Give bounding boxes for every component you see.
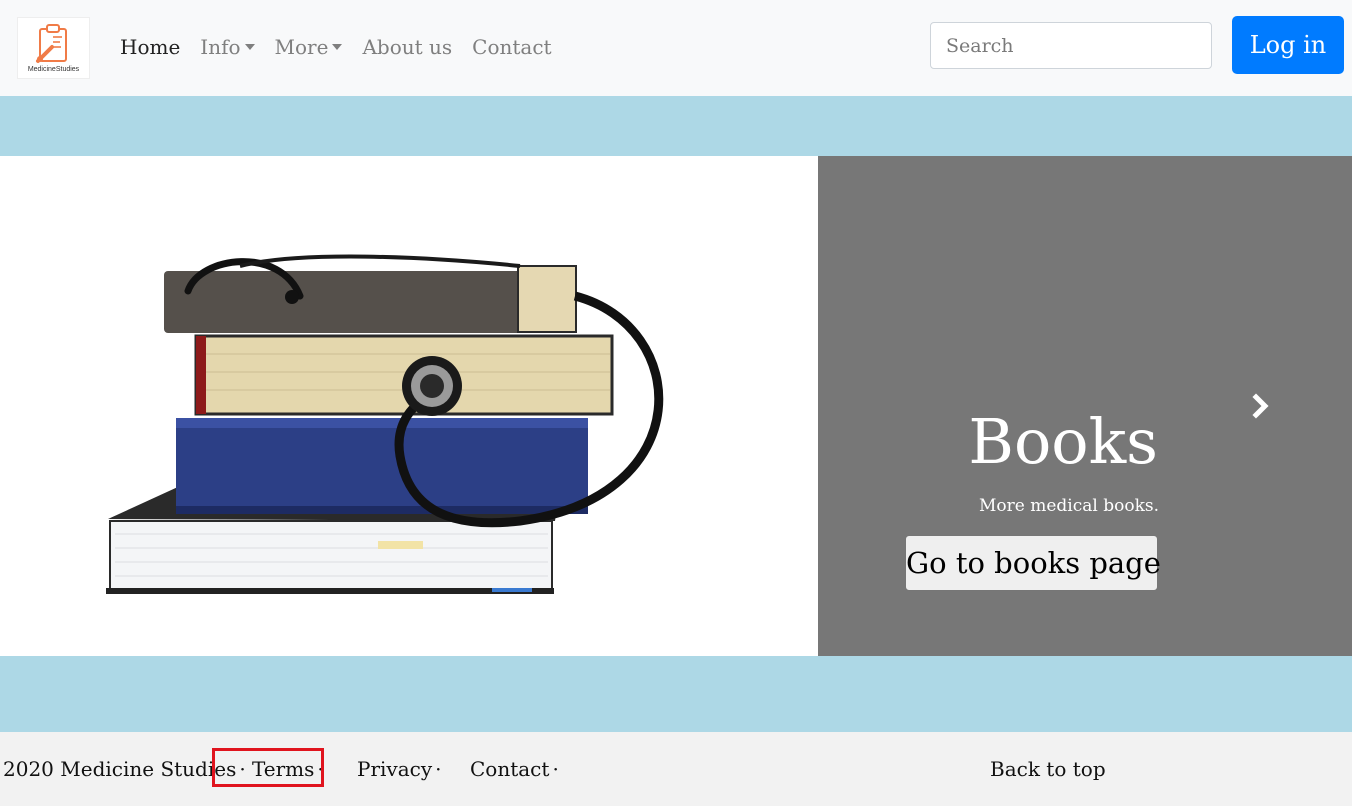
carousel-next-control[interactable]: [1236, 378, 1286, 434]
bottom-band: [0, 656, 1352, 732]
site-logo[interactable]: MedicineStudies: [17, 17, 90, 79]
copyright-text: 2020 Medicine Studies: [3, 757, 237, 781]
terms-highlight-box: [212, 748, 324, 787]
nav-info-dropdown[interactable]: Info: [200, 35, 255, 59]
footer-separator: ·: [552, 757, 559, 781]
contact-label: Contact: [470, 757, 550, 781]
carousel: Books More medical books. Go to books pa…: [0, 156, 1352, 656]
nav-links: Home Info More About us Contact: [120, 34, 572, 60]
nav-contact-label: Contact: [472, 35, 552, 59]
nav-info-label: Info: [200, 35, 241, 59]
footer: 2020 Medicine Studies · Terms · Privacy · C…: [0, 732, 1352, 806]
clipboard-logo-icon: [36, 24, 67, 63]
privacy-label: Privacy: [357, 757, 433, 781]
books-stethoscope-image: [0, 156, 818, 656]
nav-contact-link[interactable]: Contact: [472, 35, 551, 59]
footer-separator: ·: [435, 757, 442, 781]
carousel-caption-title: Books: [968, 405, 1158, 478]
nav-home-link[interactable]: Home: [120, 35, 180, 59]
nav-more-label: More: [274, 35, 329, 59]
search-input[interactable]: [930, 22, 1212, 69]
nav-about-link[interactable]: About us: [362, 35, 452, 59]
footer-copyright: 2020 Medicine Studies ·: [3, 757, 246, 781]
login-button[interactable]: Log in: [1232, 16, 1344, 74]
nav-more-dropdown[interactable]: More: [275, 35, 343, 59]
caret-down-icon: [244, 44, 255, 50]
footer-privacy-link[interactable]: Privacy ·: [357, 757, 442, 781]
go-to-books-button[interactable]: Go to books page: [905, 535, 1161, 591]
nav-home-label: Home: [120, 35, 181, 59]
caret-down-icon: [332, 44, 343, 50]
carousel-caption-text: More medical books.: [978, 496, 1159, 516]
back-to-top-link[interactable]: Back to top: [990, 757, 1106, 781]
nav-about-label: About us: [362, 35, 453, 59]
logo-text: MedicineStudies: [27, 66, 80, 73]
chevron-right-icon: [1252, 393, 1269, 419]
top-band: [0, 96, 1352, 156]
navbar: MedicineStudies Home Info More About us …: [0, 0, 1352, 96]
footer-contact-link[interactable]: Contact ·: [470, 757, 559, 781]
back-to-top-label: Back to top: [990, 757, 1106, 781]
